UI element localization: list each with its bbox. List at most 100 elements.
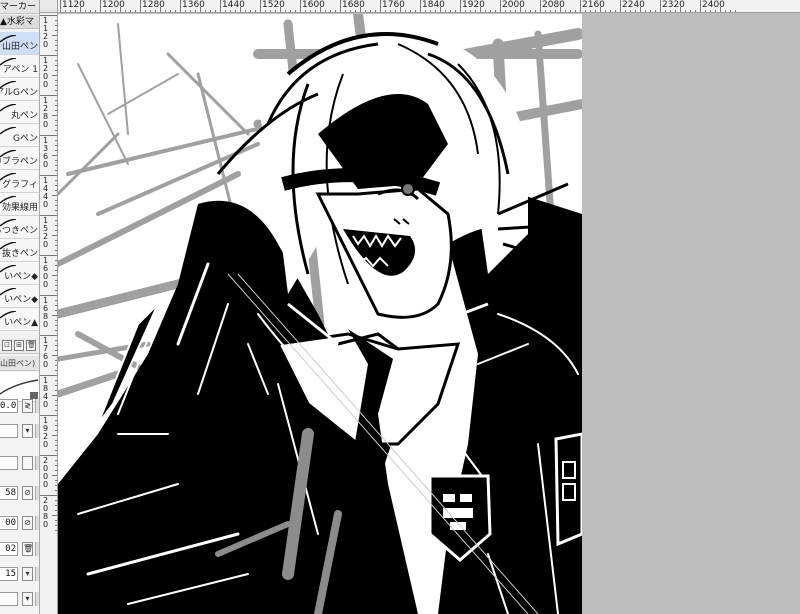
canvas-area[interactable]: [58, 14, 800, 614]
ruler-minor-tick: [120, 7, 121, 12]
ruler-tick: [460, 0, 461, 12]
ruler-minor-tick: [115, 10, 116, 12]
ruler-minor-tick: [265, 10, 266, 12]
brush-item[interactable]: アルGペン: [0, 78, 39, 101]
ruler-minor-tick: [90, 10, 91, 12]
tool-property-row: ▾: [0, 588, 39, 610]
ruler-minor-tick: [190, 10, 191, 12]
property-value-field[interactable]: 02: [0, 542, 18, 556]
copy-subtool-icon[interactable]: ⊡: [2, 340, 12, 351]
property-toggle-icon[interactable]: [22, 456, 33, 470]
ruler-minor-tick: [160, 7, 161, 12]
property-value-field[interactable]: 00: [0, 516, 18, 530]
tool-property-row: 00 ⊘: [0, 512, 39, 534]
ruler-minor-tick: [355, 10, 356, 12]
ruler-minor-tick: [655, 10, 656, 12]
ruler-minor-tick: [280, 7, 281, 12]
property-toggle-icon[interactable]: ⊘: [22, 516, 33, 530]
ruler-minor-tick: [165, 10, 166, 12]
property-value-field[interactable]: [0, 456, 18, 470]
property-value-field[interactable]: 0.0: [0, 399, 18, 413]
ruler-minor-tick: [240, 7, 241, 12]
ruler-minor-tick: [435, 10, 436, 12]
brush-item[interactable]: カブラペン: [0, 147, 39, 170]
ruler-minor-tick: [430, 10, 431, 12]
ruler-minor-tick: [405, 10, 406, 12]
property-value-field[interactable]: [0, 592, 18, 606]
brush-item[interactable]: 山田ペン: [0, 32, 39, 55]
brush-item[interactable]: リグラフィ: [0, 170, 39, 193]
brush-item[interactable]: 効果線用: [0, 193, 39, 216]
property-value-field[interactable]: 15: [0, 567, 18, 581]
ruler-tick: [660, 0, 661, 12]
subtool-group-watercolor-marker[interactable]: ▲水彩マ: [0, 15, 39, 29]
property-value-field[interactable]: [0, 424, 18, 438]
new-subtool-icon[interactable]: ⊞: [14, 340, 24, 351]
brush-item[interactable]: 抜きペン: [0, 239, 39, 262]
ruler-tick: [300, 0, 301, 12]
ruler-tick: [100, 0, 101, 12]
ruler-minor-tick: [150, 10, 151, 12]
property-toggle-icon[interactable]: 🗑: [22, 542, 33, 556]
ruler-minor-tick: [365, 10, 366, 12]
property-toggle-icon[interactable]: ⊘: [22, 486, 33, 500]
brush-label: らつきペン: [0, 226, 38, 236]
ruler-minor-tick: [545, 10, 546, 12]
ruler-minor-tick: [155, 10, 156, 12]
brush-item[interactable]: いペン▲: [0, 308, 39, 331]
delete-subtool-icon[interactable]: 🗑: [26, 340, 36, 351]
brush-list: 山田ペンアペン 1 アルGペン丸ペン Gペンカブラペンリグラフィ効果線用らつきペン抜…: [0, 32, 39, 331]
ruler-tick: [420, 0, 421, 12]
ruler-minor-tick: [450, 10, 451, 12]
brush-label: アペン 1: [2, 65, 38, 75]
ruler-minor-tick: [425, 10, 426, 12]
artwork-canvas[interactable]: [58, 14, 582, 614]
ruler-minor-tick: [665, 10, 666, 12]
ruler-minor-tick: [475, 10, 476, 12]
ruler-minor-tick: [215, 10, 216, 12]
ruler-minor-tick: [605, 10, 606, 12]
ruler-minor-tick: [730, 10, 731, 12]
brush-item[interactable]: Gペン: [0, 124, 39, 147]
brush-label: カブラペン: [0, 157, 38, 167]
brush-item[interactable]: らつきペン: [0, 216, 39, 239]
property-toggle-icon[interactable]: ≷: [22, 399, 33, 413]
ruler-label: 1520: [43, 216, 49, 249]
brush-item[interactable]: いペン◆: [0, 285, 39, 308]
ruler-minor-tick: [185, 10, 186, 12]
ruler-minor-tick: [375, 10, 376, 12]
ruler-minor-tick: [555, 10, 556, 12]
ruler-minor-tick: [200, 7, 201, 12]
ruler-minor-tick: [525, 10, 526, 12]
ruler-minor-tick: [105, 10, 106, 12]
property-toggle-icon[interactable]: ▾: [22, 567, 33, 581]
ruler-minor-tick: [490, 10, 491, 12]
subtool-tab-marker[interactable]: マーカー: [0, 0, 39, 14]
vertical-ruler[interactable]: 1120 1200 1280 1360 1440 1520 1600 1680 1760 1840…: [40, 13, 58, 614]
ruler-minor-tick: [685, 10, 686, 12]
ruler-minor-tick: [195, 10, 196, 12]
brush-item[interactable]: 丸ペン: [0, 101, 39, 124]
ruler-minor-tick: [270, 10, 271, 12]
ruler-minor-tick: [85, 10, 86, 12]
ruler-minor-tick: [505, 10, 506, 12]
property-toggle-icon[interactable]: ▾: [22, 424, 33, 438]
brush-item[interactable]: いペン◆: [0, 262, 39, 285]
ruler-minor-tick: [400, 7, 401, 12]
tool-property-row: 0.0 ≷: [0, 395, 39, 417]
property-value-field[interactable]: 58: [0, 486, 18, 500]
ruler-label: 1760: [43, 336, 49, 369]
ruler-minor-tick: [305, 10, 306, 12]
property-toggle-icon[interactable]: ▾: [22, 592, 33, 606]
ruler-minor-tick: [70, 10, 71, 12]
brush-item[interactable]: アペン 1: [0, 55, 39, 78]
horizontal-ruler[interactable]: 1120 1200 1280 1360 1440 1520 1600 1680 1760 1840…: [58, 0, 800, 13]
ruler-minor-tick: [650, 10, 651, 12]
brush-label: 山田ペン: [1, 42, 38, 52]
ruler-minor-tick: [645, 10, 646, 12]
ruler-minor-tick: [550, 10, 551, 12]
ruler-minor-tick: [715, 10, 716, 12]
ruler-label: 1280: [43, 96, 49, 129]
ruler-minor-tick: [370, 10, 371, 12]
brush-label: いペン◆: [4, 272, 38, 282]
